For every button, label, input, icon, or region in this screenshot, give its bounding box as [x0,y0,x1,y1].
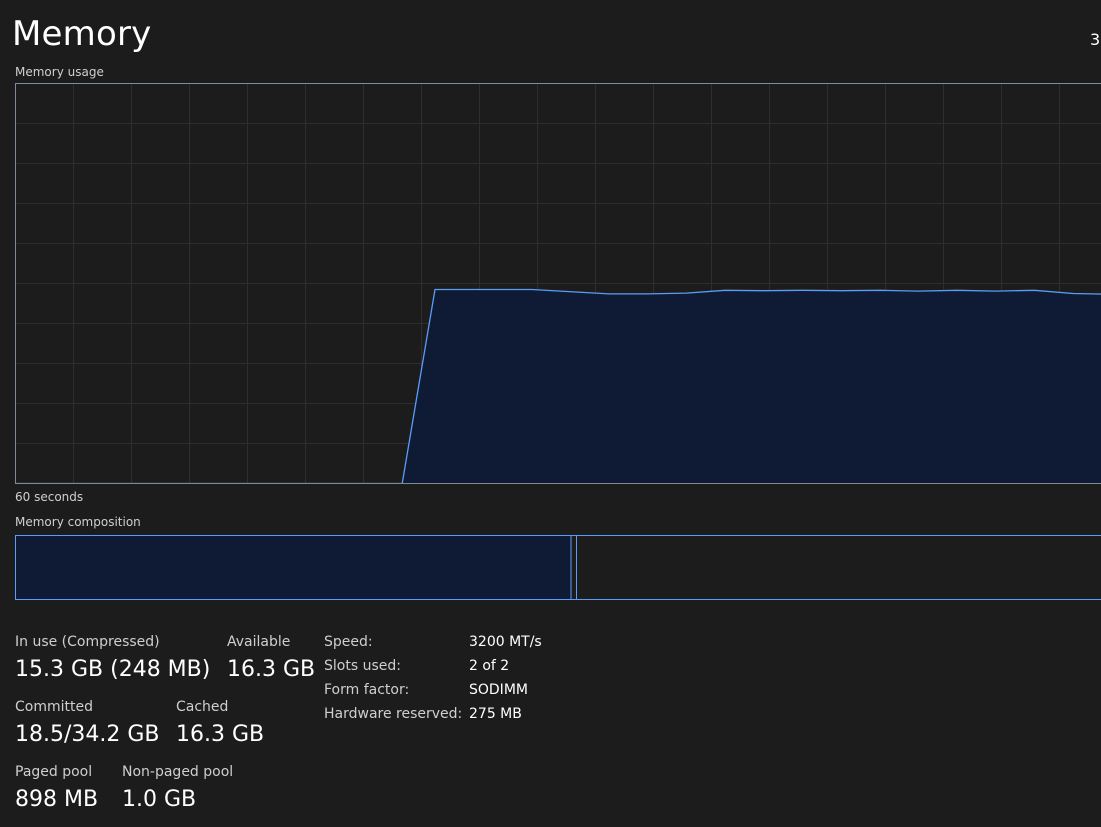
cached-label: Cached [176,699,229,715]
in-use-label: In use (Compressed) [15,634,160,650]
form-factor-value: SODIMM [469,682,528,698]
memory-performance-panel: Memory 3 Memory usage 60 seconds Memory … [0,0,1101,827]
hardware-reserved-value: 275 MB [469,706,522,722]
paged-pool-value: 898 MB [15,787,99,812]
page-title: Memory [12,14,152,54]
paged-pool-label: Paged pool [15,764,93,780]
slots-used-value: 2 of 2 [469,658,510,674]
time-span-label: 60 seconds [15,490,84,504]
form-factor-label: Form factor: [324,682,410,698]
in-use-value: 15.3 GB (248 MB) [15,657,211,682]
total-memory-label: 3 [1090,30,1101,49]
committed-label: Committed [15,699,93,715]
memory-composition-label: Memory composition [15,515,141,529]
composition-in-use-segment [15,535,572,600]
slots-used-label: Slots used: [324,658,401,674]
available-value: 16.3 GB [227,657,316,682]
non-paged-pool-value: 1.0 GB [122,787,197,812]
speed-value: 3200 MT/s [469,634,542,650]
memory-usage-label: Memory usage [15,65,104,79]
available-label: Available [227,634,291,650]
committed-value: 18.5/34.2 GB [15,722,160,747]
composition-modified-segment [570,535,577,600]
memory-composition-bar [15,535,1101,600]
non-paged-pool-label: Non-paged pool [122,764,234,780]
hardware-reserved-label: Hardware reserved: [324,706,463,722]
speed-label: Speed: [324,634,373,650]
cached-value: 16.3 GB [176,722,265,747]
memory-usage-graph [15,83,1101,484]
